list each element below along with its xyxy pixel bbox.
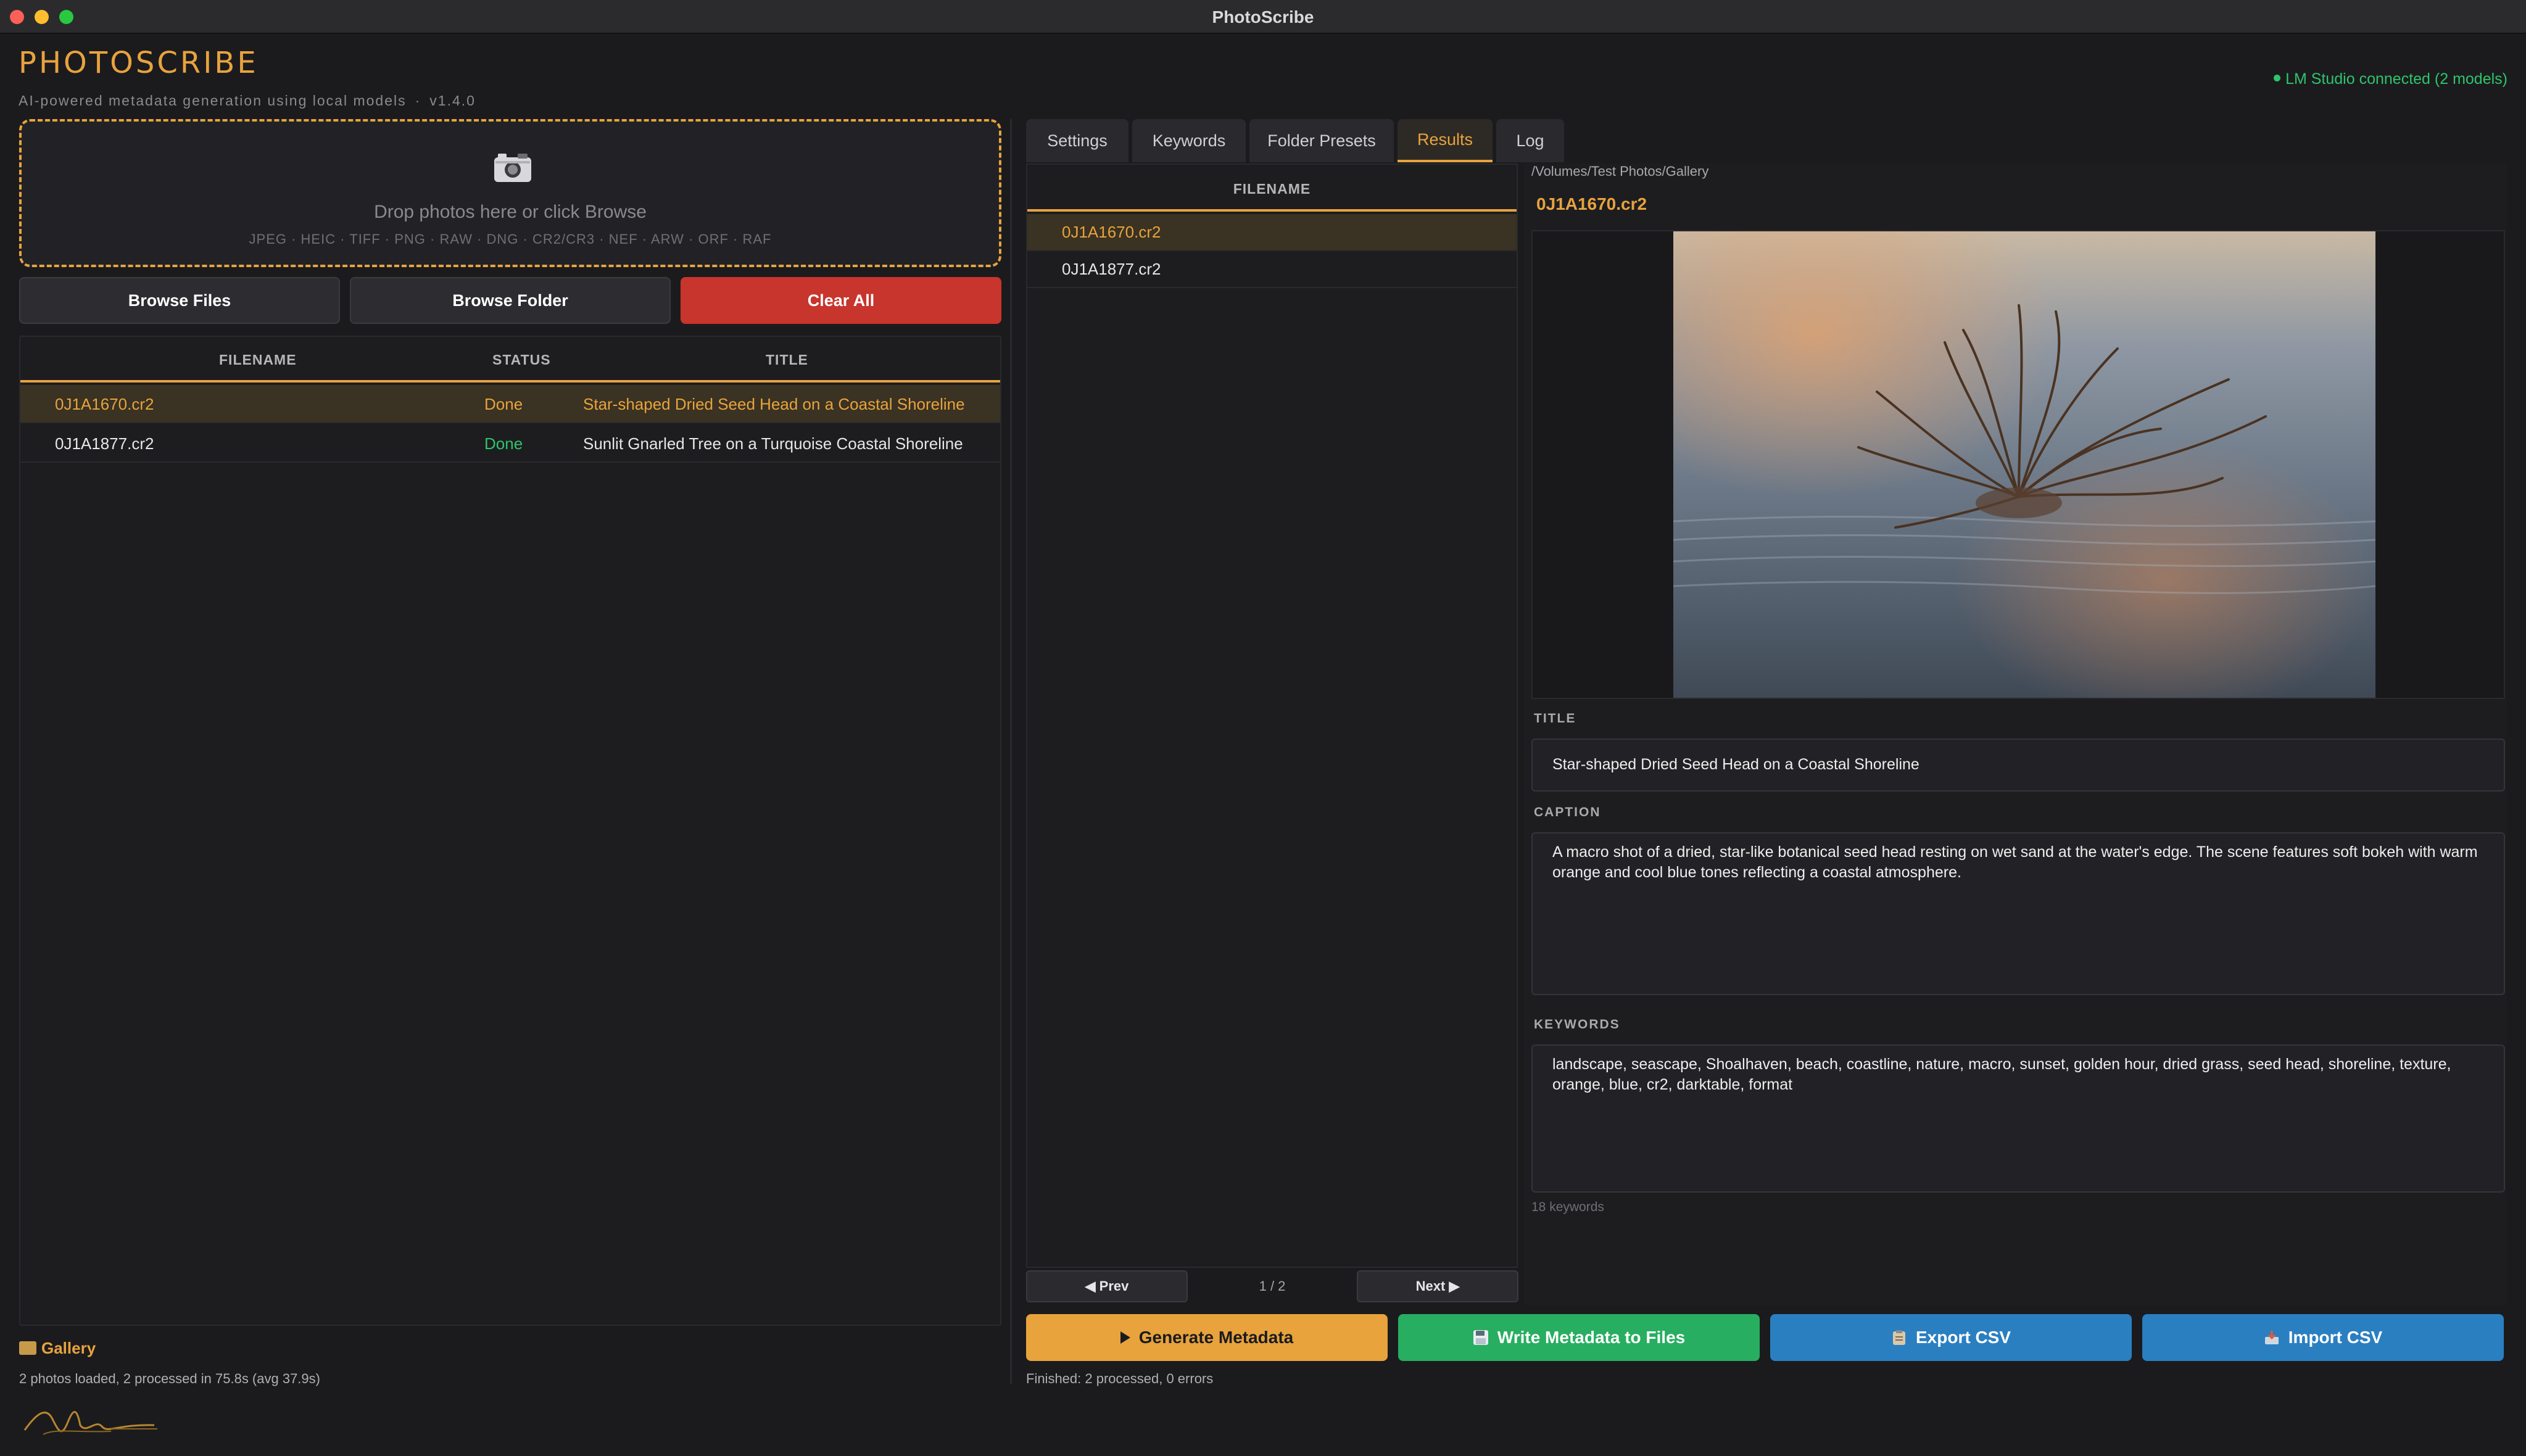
app-name: PHOTOSCRIBE — [19, 46, 259, 80]
keyword-count: 18 keywords — [1531, 1200, 1604, 1214]
caption-field[interactable]: A macro shot of a dried, star-like botan… — [1531, 832, 2505, 995]
table-row[interactable]: 0J1A1877.cr2 Done Sunlit Gnarled Tree on… — [20, 424, 1000, 463]
page-indicator: 1 / 2 — [1259, 1278, 1286, 1294]
import-csv-label: Import CSV — [2288, 1328, 2383, 1347]
inbox-tray-icon — [2264, 1331, 2279, 1344]
results-column-header: FILENAME — [1027, 165, 1517, 212]
app-subtitle-line: AI-powered metadata generation using loc… — [19, 93, 476, 109]
folder-icon — [19, 1341, 36, 1355]
drop-zone[interactable]: Drop photos here or click Browse JPEG · … — [19, 119, 1001, 267]
file-table-header: FILENAME STATUS TITLE — [20, 337, 1000, 383]
floppy-disk-icon — [1473, 1330, 1488, 1345]
gallery-label: Gallery — [41, 1339, 96, 1357]
subtitle-separator: · — [415, 93, 421, 109]
browse-files-button[interactable]: Browse Files — [19, 277, 340, 324]
tab-log[interactable]: Log — [1496, 119, 1564, 162]
signature-logo — [23, 1411, 157, 1435]
keywords-label: KEYWORDS — [1534, 1017, 1620, 1032]
app-subtitle: AI-powered metadata generation using loc… — [19, 93, 407, 109]
app-version: v1.4.0 — [429, 93, 476, 109]
load-summary: 2 photos loaded, 2 processed in 75.8s (a… — [19, 1371, 320, 1386]
preview-image — [1673, 231, 2375, 698]
export-csv-button[interactable]: Export CSV — [1770, 1314, 2132, 1361]
tab-settings[interactable]: Settings — [1026, 119, 1128, 162]
row-filename: 0J1A1877.cr2 — [55, 434, 154, 453]
generate-metadata-label: Generate Metadata — [1138, 1328, 1294, 1347]
selected-filename: 0J1A1670.cr2 — [1536, 194, 1647, 213]
title-label: TITLE — [1534, 711, 1576, 726]
prev-button[interactable]: ◀ Prev — [1026, 1270, 1188, 1302]
supported-formats: JPEG · HEIC · TIFF · PNG · RAW · DNG · C… — [249, 231, 772, 247]
row-title: Star-shaped Dried Seed Head on a Coastal… — [583, 395, 965, 413]
tab-keywords[interactable]: Keywords — [1132, 119, 1246, 162]
camera-icon — [494, 154, 531, 182]
panel-divider[interactable] — [1010, 119, 1012, 1384]
import-csv-button[interactable]: Import CSV — [2142, 1314, 2504, 1361]
file-table: FILENAME STATUS TITLE 0J1A1670.cr2 Done … — [19, 336, 1001, 1326]
column-header-title[interactable]: TITLE — [766, 352, 808, 368]
keywords-field[interactable]: landscape, seascape, Shoalhaven, beach, … — [1531, 1044, 2505, 1193]
connection-status-text: LM Studio connected (2 models) — [2285, 70, 2507, 88]
list-item[interactable]: 0J1A1877.cr2 — [1027, 251, 1517, 288]
status-dot-icon — [2274, 75, 2281, 81]
export-csv-label: Export CSV — [1915, 1328, 2011, 1347]
generate-metadata-button[interactable]: Generate Metadata — [1026, 1314, 1388, 1361]
list-item[interactable]: 0J1A1670.cr2 — [1027, 214, 1517, 251]
caption-label: CAPTION — [1534, 805, 1601, 819]
play-icon — [1120, 1331, 1130, 1344]
write-metadata-button[interactable]: Write Metadata to Files — [1398, 1314, 1760, 1361]
title-bar: PhotoScribe — [0, 0, 2526, 34]
browse-folder-button[interactable]: Browse Folder — [350, 277, 671, 324]
tab-folder-presets[interactable]: Folder Presets — [1249, 119, 1394, 162]
clipboard-icon — [1892, 1330, 1905, 1345]
table-row[interactable]: 0J1A1670.cr2 Done Star-shaped Dried Seed… — [20, 385, 1000, 423]
column-header-filename[interactable]: FILENAME — [219, 352, 297, 368]
title-field[interactable]: Star-shaped Dried Seed Head on a Coastal… — [1531, 738, 2505, 792]
tab-results[interactable]: Results — [1398, 119, 1493, 162]
folder-path: /Volumes/Test Photos/Gallery — [1531, 163, 1709, 179]
row-title: Sunlit Gnarled Tree on a Turquoise Coast… — [583, 434, 963, 453]
write-metadata-label: Write Metadata to Files — [1497, 1328, 1686, 1347]
connection-status: LM Studio connected (2 models) — [2274, 70, 2507, 88]
processing-status: Finished: 2 processed, 0 errors — [1026, 1371, 1214, 1386]
window-title: PhotoScribe — [1212, 7, 1314, 27]
row-status: Done — [484, 395, 523, 413]
row-status: Done — [484, 434, 523, 453]
photo-preview — [1531, 230, 2505, 699]
clear-all-button[interactable]: Clear All — [681, 277, 1001, 324]
column-header-status[interactable]: STATUS — [492, 352, 551, 368]
detail-panel: /Volumes/Test Photos/Gallery 0J1A1670.cr… — [1524, 163, 2506, 1305]
drop-zone-text: Drop photos here or click Browse — [374, 202, 647, 222]
gallery-link[interactable]: Gallery — [19, 1339, 96, 1358]
results-list: FILENAME 0J1A1670.cr2 0J1A1877.cr2 — [1026, 163, 1518, 1268]
row-filename: 0J1A1670.cr2 — [55, 395, 154, 413]
next-button[interactable]: Next ▶ — [1357, 1270, 1518, 1302]
